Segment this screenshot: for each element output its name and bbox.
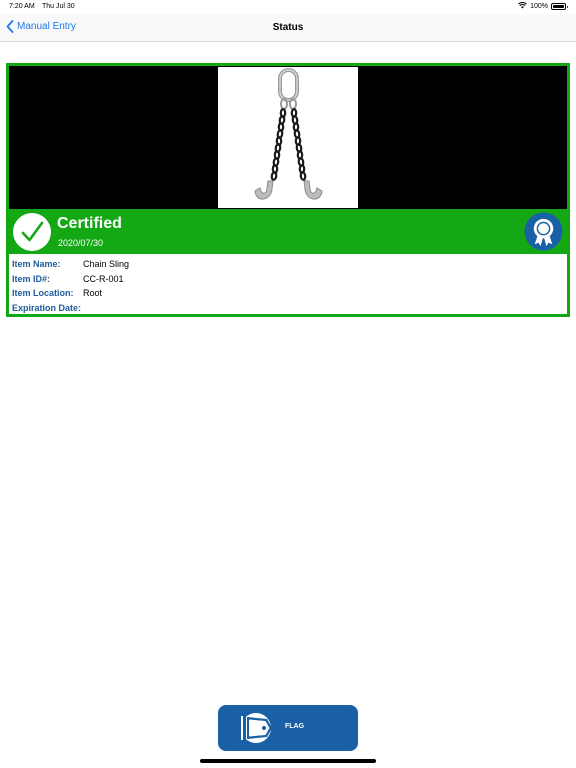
flag-tag-icon bbox=[238, 707, 278, 749]
detail-row-item-location: Item Location: Root bbox=[12, 286, 564, 301]
certification-banner: Certified 2020/07/30 bbox=[9, 209, 567, 254]
item-details: Item Name: Chain Sling Item ID#: CC-R-00… bbox=[12, 257, 564, 315]
chain-sling-image bbox=[254, 68, 323, 200]
detail-row-item-name: Item Name: Chain Sling bbox=[12, 257, 564, 272]
system-status-bar: 7:20 AM Thu Jul 30 100% bbox=[0, 0, 576, 14]
item-photo[interactable] bbox=[218, 67, 358, 208]
item-name-value: Chain Sling bbox=[83, 259, 130, 270]
navigation-bar: Manual Entry Status bbox=[0, 14, 576, 42]
status-date: Thu Jul 30 bbox=[42, 3, 75, 10]
status-indicators: 100% bbox=[518, 2, 568, 11]
home-indicator[interactable] bbox=[200, 759, 376, 763]
battery-fill bbox=[553, 5, 564, 8]
page-title: Status bbox=[272, 22, 304, 33]
item-id-label: Item ID#: bbox=[12, 273, 51, 284]
battery-percentage: 100% bbox=[530, 3, 548, 10]
flag-button-label: FLAG bbox=[285, 723, 305, 730]
wifi-icon bbox=[518, 2, 528, 11]
item-location-value: Root bbox=[83, 288, 103, 299]
status-time: 7:20 AM bbox=[9, 3, 35, 10]
detail-row-expiration-date: Expiration Date: bbox=[12, 301, 564, 316]
detail-row-item-id: Item ID#: CC-R-001 bbox=[12, 272, 564, 287]
item-id-value: CC-R-001 bbox=[83, 273, 124, 284]
item-status-card: Certified 2020/07/30 Item Name: Chain Sl… bbox=[6, 63, 570, 317]
item-location-label: Item Location: bbox=[12, 288, 74, 299]
certification-status: Certified bbox=[57, 215, 122, 232]
checkmark-icon bbox=[13, 213, 51, 251]
item-photo-area bbox=[9, 66, 567, 209]
item-name-label: Item Name: bbox=[12, 259, 61, 270]
certification-date: 2020/07/30 bbox=[58, 238, 104, 248]
flag-button[interactable]: FLAG bbox=[218, 705, 358, 751]
status-screen: 7:20 AM Thu Jul 30 100% Manual Entry Sta… bbox=[0, 0, 576, 768]
award-ribbon-icon bbox=[524, 212, 563, 251]
expiration-date-label: Expiration Date: bbox=[12, 302, 82, 313]
battery-icon bbox=[551, 3, 568, 10]
